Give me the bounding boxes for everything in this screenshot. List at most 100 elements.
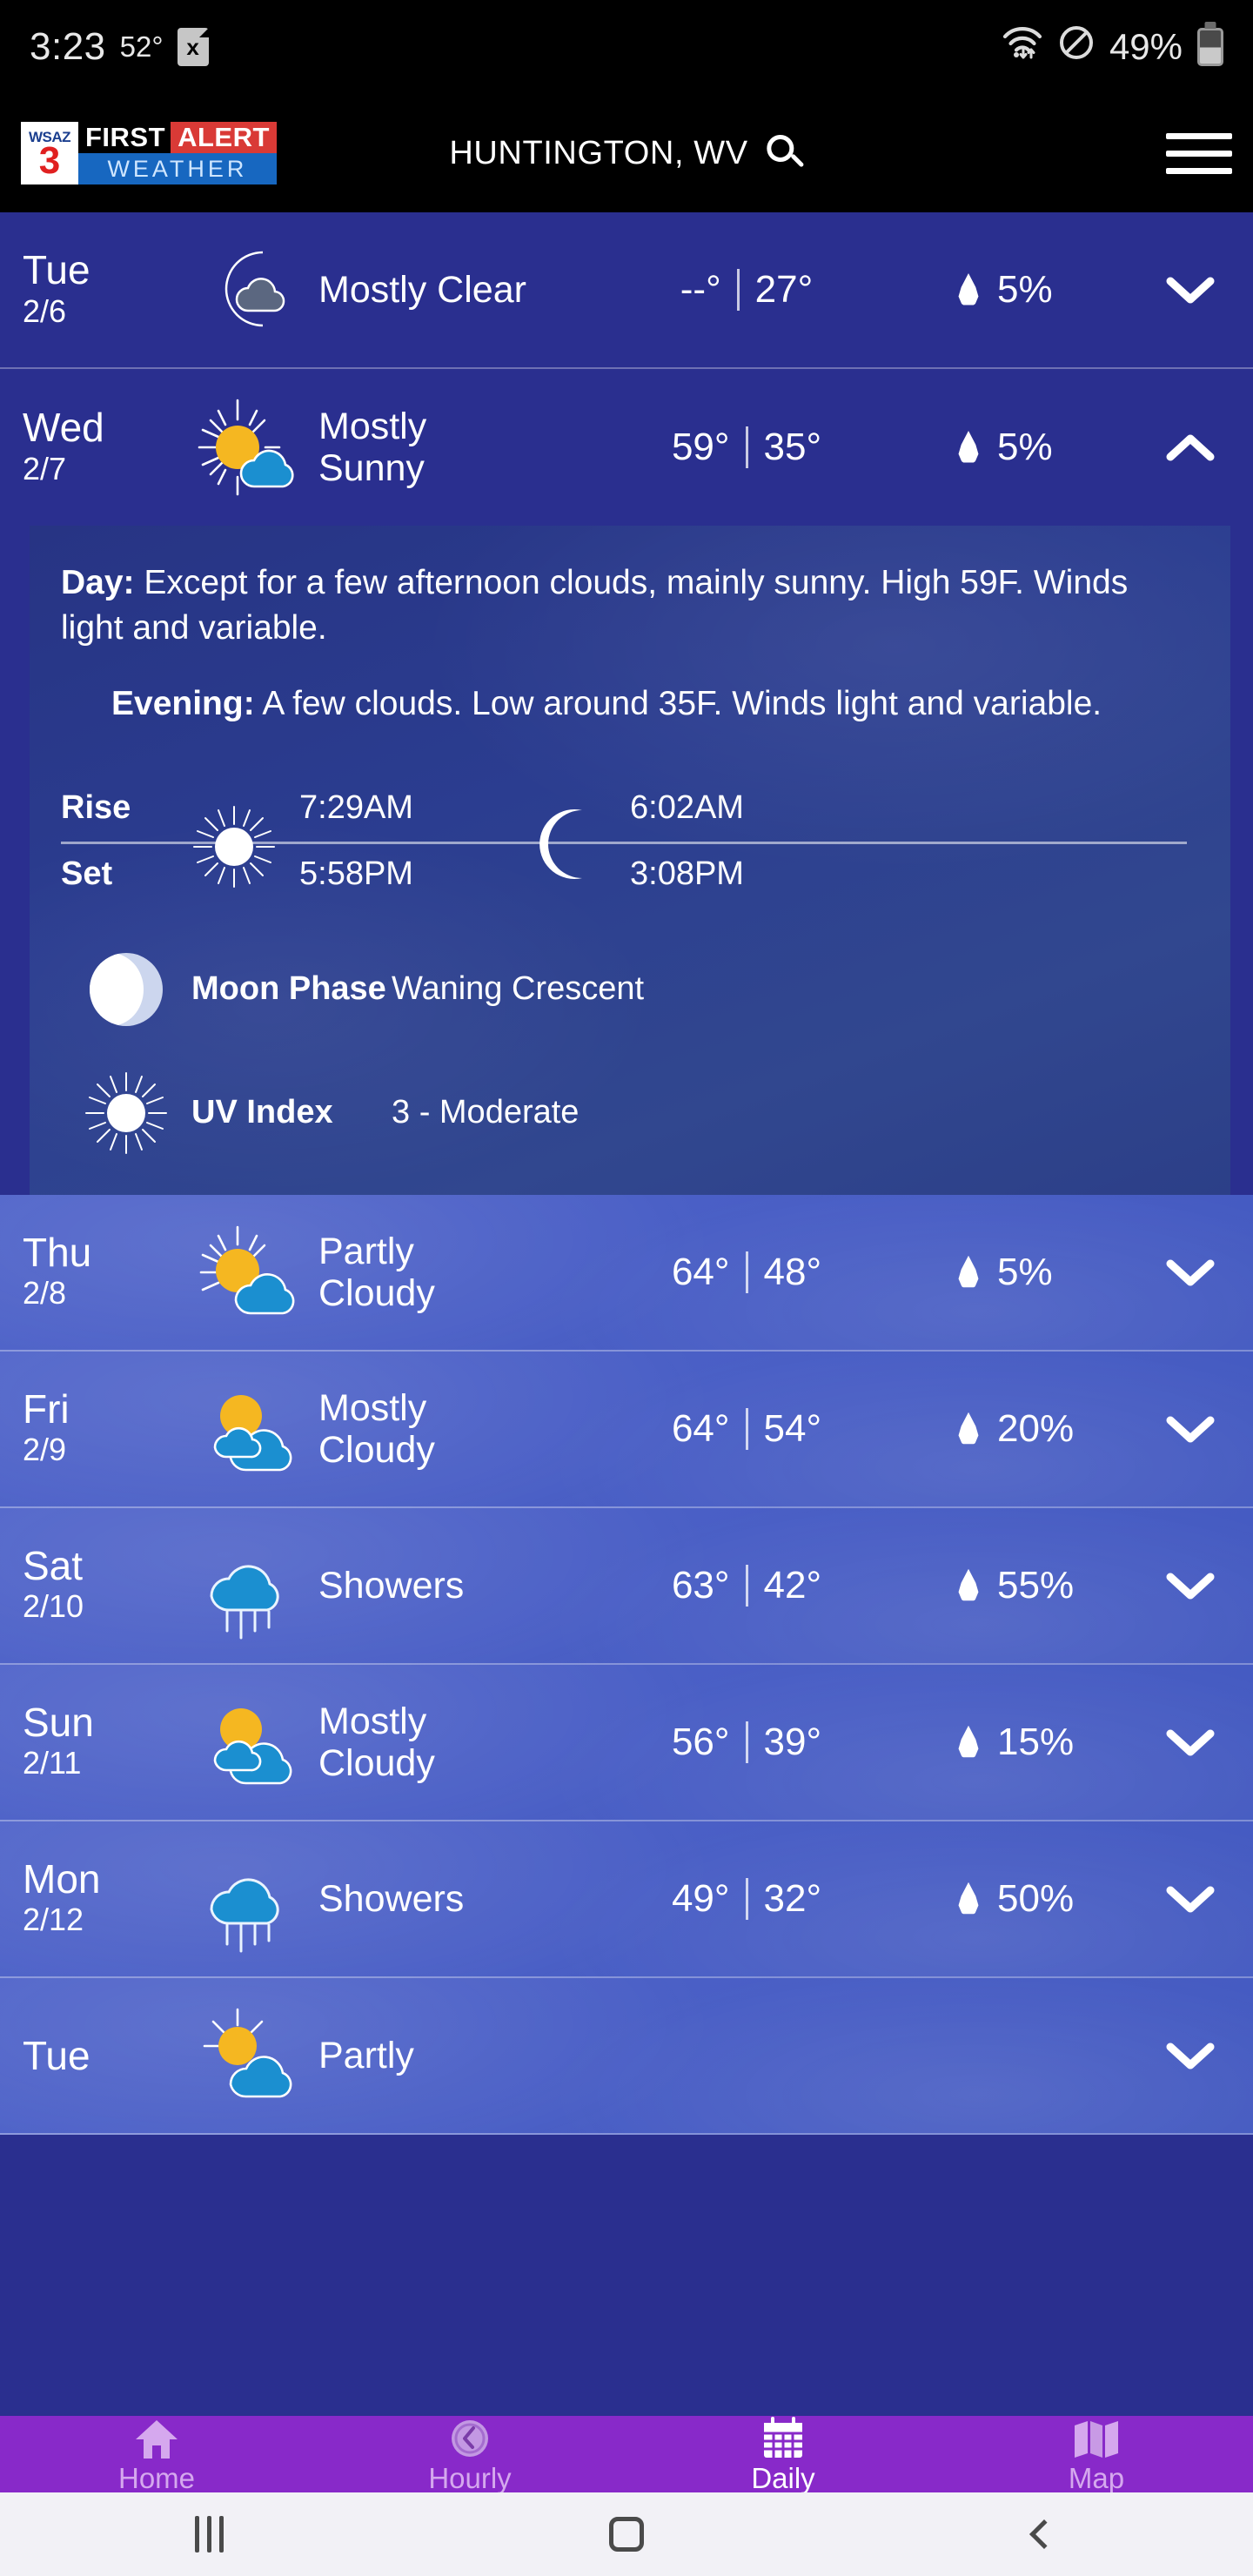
water-drop-icon [958,1412,979,1445]
forecast-temps: 63° 42° [536,1564,957,1607]
moon-phase-label: Moon Phase [191,970,386,1008]
uv-index-row: UV Index 3 - Moderate [61,1071,1199,1155]
forecast-temps: 49° 32° [536,1877,957,1921]
forecast-day-name: Sat [23,1543,84,1589]
forecast-high: 64° [671,1250,730,1293]
recents-bar [194,2516,199,2553]
chevron-down-icon[interactable] [1157,2040,1223,2071]
forecast-row-tue-next[interactable]: Tue Partly [0,1977,1253,2135]
moon-phase-row: Moon Phase Waning Crescent [61,952,1199,1026]
forecast-condition: Mostly Sunny [318,405,427,489]
sun-cloud-icon [176,1694,318,1790]
forecast-date-cell: Tue 2/6 [23,249,176,330]
chevron-down-icon[interactable] [1157,1727,1223,1758]
nav-item-daily[interactable]: Daily [626,2416,940,2492]
sun-cloud-icon [176,1381,318,1477]
rain-cloud-icon [176,1532,318,1640]
calendar-icon [761,2416,805,2460]
forecast-precip: 55% [957,1564,1157,1607]
forecast-date-cell: Sat 2/10 [23,1545,176,1626]
status-bar-right: 49% [1002,24,1223,70]
nav-item-home[interactable]: Home [0,2416,313,2492]
document-x-icon: x [177,28,209,66]
forecast-day-name: Wed [23,405,104,451]
sunrise-time: 7:29AM [299,789,413,827]
forecast-row-sat[interactable]: Sat 2/10 Showers 63° 42° 55% [0,1507,1253,1665]
clock-icon [447,2417,492,2460]
detail-day-label: Day: [61,564,135,601]
forecast-date-cell: Tue [23,2034,176,2076]
status-clock: 3:23 [30,25,106,68]
precip-value: 50% [997,1876,1075,1920]
status-bar-left: 3:23 52° x [30,25,209,69]
detail-day-text: Day: Except for a few afternoon clouds, … [61,560,1199,652]
forecast-row-tue[interactable]: Tue 2/6 Mostly Clear --° 27° 5% [0,212,1253,369]
forecast-low: 32° [763,1876,822,1920]
rain-cloud-icon [176,1845,318,1953]
chevron-down-icon[interactable] [1157,1570,1223,1601]
forecast-date-cell: Thu 2/8 [23,1231,176,1312]
nav-label-home: Home [117,2461,196,2494]
forecast-row-thu[interactable]: Thu 2/8 Partly Cloudy 64° 48° 5% [0,1194,1253,1352]
chevron-down-icon[interactable] [1157,1413,1223,1445]
status-temperature: 52° [119,30,164,63]
temp-separator [745,1251,748,1293]
forecast-temps: 59° 35° [536,426,957,469]
forecast-row-mon[interactable]: Mon 2/12 Showers 49° 32° 50% [0,1821,1253,1978]
forecast-day-date: 2/12 [23,1902,84,1938]
recents-icon[interactable] [0,2516,418,2553]
rise-label: Rise [61,789,131,827]
forecast-low: 27° [754,268,814,311]
forecast-day-name: Fri [23,1386,70,1432]
hamburger-menu-icon[interactable] [1166,132,1232,174]
logo-first-alert-row: FIRST ALERT [78,122,277,153]
forecast-day-date: 2/9 [23,1432,67,1468]
home-square-icon[interactable] [418,2517,835,2552]
water-drop-icon [958,1882,979,1915]
forecast-row-wed[interactable]: Wed 2/7 Mostly Sunny 59° 35° 5% [0,369,1253,526]
chevron-down-icon[interactable] [1157,274,1223,305]
sun-cloud-icon [176,2008,318,2103]
forecast-condition: Partly [318,2034,414,2076]
logo-channel-mark: WSAZ 3 [21,122,78,184]
chevron-down-icon[interactable] [1157,1883,1223,1915]
forecast-condition: Showers [318,1877,465,1920]
forecast-precip: 5% [957,268,1157,312]
set-label: Set [61,855,113,893]
chevron-up-icon[interactable] [1157,432,1223,463]
back-chevron-icon[interactable] [835,2519,1253,2549]
nav-label-map: Map [1068,2461,1125,2494]
forecast-day-date: 2/8 [23,1275,67,1311]
battery-icon [1197,28,1223,66]
logo-alert-text: ALERT [171,122,277,153]
forecast-date-cell: Fri 2/9 [23,1388,176,1469]
forecast-row-fri[interactable]: Fri 2/9 Mostly Cloudy 64° 54° 20% [0,1351,1253,1508]
forecast-condition: Mostly Clear [318,268,526,311]
forecast-condition: Partly Cloudy [318,1230,435,1314]
station-logo: WSAZ 3 FIRST ALERT WEATHER [21,122,277,184]
forecast-precip: 5% [957,426,1157,469]
recents-bar [218,2516,224,2553]
forecast-temps: 64° 48° [536,1251,957,1294]
recents-bars [194,2516,224,2553]
sun-icon [169,805,299,889]
sun-cloud-icon [176,1222,318,1323]
detail-evening-text: Evening: A few clouds. Low around 35F. W… [61,681,1199,727]
nav-item-hourly[interactable]: Hourly [313,2416,626,2492]
daily-forecast-list[interactable]: Tue 2/6 Mostly Clear --° 27° 5% Wed 2/7 … [0,212,1253,2416]
do-not-disturb-icon [1058,24,1095,70]
location-search[interactable]: HUNTINGTON, WV [449,135,805,172]
forecast-row-sun[interactable]: Sun 2/11 Mostly Cloudy 56° 39° 15% [0,1664,1253,1821]
forecast-condition: Mostly Cloudy [318,1700,435,1784]
forecast-precip: 15% [957,1721,1157,1764]
forecast-day-date: 2/6 [23,292,67,329]
uv-index-label: UV Index [191,1094,333,1131]
chevron-down-icon[interactable] [1157,1257,1223,1288]
temp-separator [745,1407,748,1450]
nav-item-map[interactable]: Map [940,2416,1253,2492]
forecast-day-date: 2/7 [23,450,67,486]
search-icon[interactable] [767,135,805,171]
detail-evening-body: A few clouds. Low around 35F. Winds ligh… [254,684,1102,722]
water-drop-icon [958,1725,979,1758]
moon-phase-graphic [90,952,163,1026]
